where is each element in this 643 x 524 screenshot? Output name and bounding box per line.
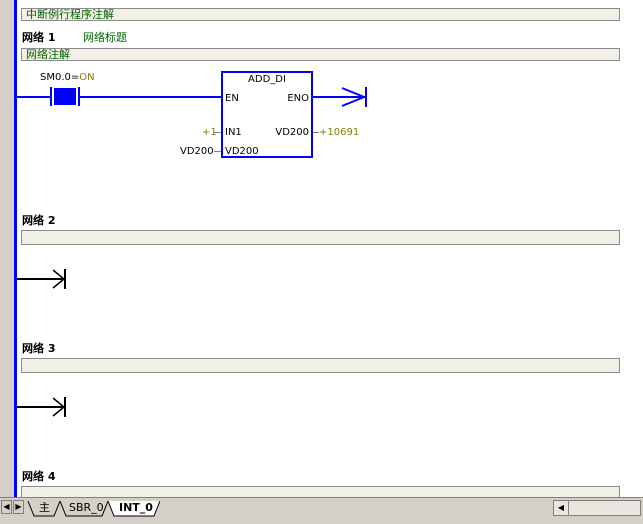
network-2-label[interactable]: 网络 2 bbox=[22, 212, 55, 228]
in1-value[interactable]: +1 bbox=[202, 127, 217, 139]
coil-arrow-icon bbox=[341, 87, 367, 107]
program-comment-text: 中断例行程序注解 bbox=[26, 8, 114, 21]
tab-bar: ◀ ▶ 主 SBR_0 INT_0 ◀ bbox=[0, 497, 643, 524]
tab-sbr-0[interactable]: SBR_0 bbox=[69, 500, 104, 516]
network-1-title[interactable]: 网络标题 bbox=[83, 29, 127, 45]
tab-scroll-first-icon[interactable]: ◀ bbox=[1, 500, 12, 514]
contact-sm0-0[interactable] bbox=[54, 88, 76, 105]
network-4-comment-bar[interactable] bbox=[21, 486, 620, 497]
in2-operand[interactable]: VD200 bbox=[180, 146, 214, 158]
pin-eno: ENO bbox=[287, 93, 309, 104]
pin-in2: VD200 bbox=[225, 146, 259, 157]
pin-en: EN bbox=[225, 93, 239, 104]
power-rail bbox=[14, 0, 17, 497]
network-4-label[interactable]: 网络 4 bbox=[22, 468, 55, 484]
network-1-label[interactable]: 网络 1 bbox=[22, 29, 55, 45]
contact-left-bar bbox=[50, 87, 52, 106]
left-gutter bbox=[0, 0, 15, 497]
in1-lead bbox=[214, 132, 221, 133]
block-name: ADD_DI bbox=[248, 74, 286, 85]
pin-out: VD200 bbox=[275, 127, 309, 138]
out-value: +10691 bbox=[319, 127, 360, 138]
network-3-label[interactable]: 网络 3 bbox=[22, 340, 55, 356]
tab-int-0[interactable]: INT_0 bbox=[119, 500, 153, 516]
contact-state: ON bbox=[79, 72, 95, 83]
network-3-end-arrow-icon bbox=[52, 397, 66, 417]
scroll-left-arrow-icon[interactable]: ◀ bbox=[554, 501, 569, 515]
program-comment-bar[interactable]: 中断例行程序注解 bbox=[21, 8, 620, 21]
wire-rail-to-contact bbox=[17, 96, 50, 98]
tab-scroll-next-icon[interactable]: ▶ bbox=[13, 500, 24, 514]
wire-contact-to-block bbox=[80, 96, 221, 98]
pin-in1: IN1 bbox=[225, 127, 242, 138]
network-2-end-arrow-icon bbox=[52, 269, 66, 289]
horizontal-scrollbar[interactable]: ◀ bbox=[553, 500, 641, 516]
network-2-comment-bar[interactable] bbox=[21, 230, 620, 245]
add-di-block[interactable]: ADD_DI EN ENO IN1 VD200 VD200 bbox=[221, 71, 313, 158]
network-1-comment-text: 网络注解 bbox=[26, 48, 70, 61]
in2-lead bbox=[214, 151, 221, 152]
tab-bar-empty bbox=[160, 500, 551, 516]
network-1-comment-bar[interactable]: 网络注解 bbox=[21, 48, 620, 61]
tab-main[interactable]: 主 bbox=[39, 500, 50, 516]
contact-address: SM0.0 bbox=[40, 72, 71, 83]
network-3-comment-bar[interactable] bbox=[21, 358, 620, 373]
contact-address-line: SM0.0=ON bbox=[40, 72, 95, 84]
